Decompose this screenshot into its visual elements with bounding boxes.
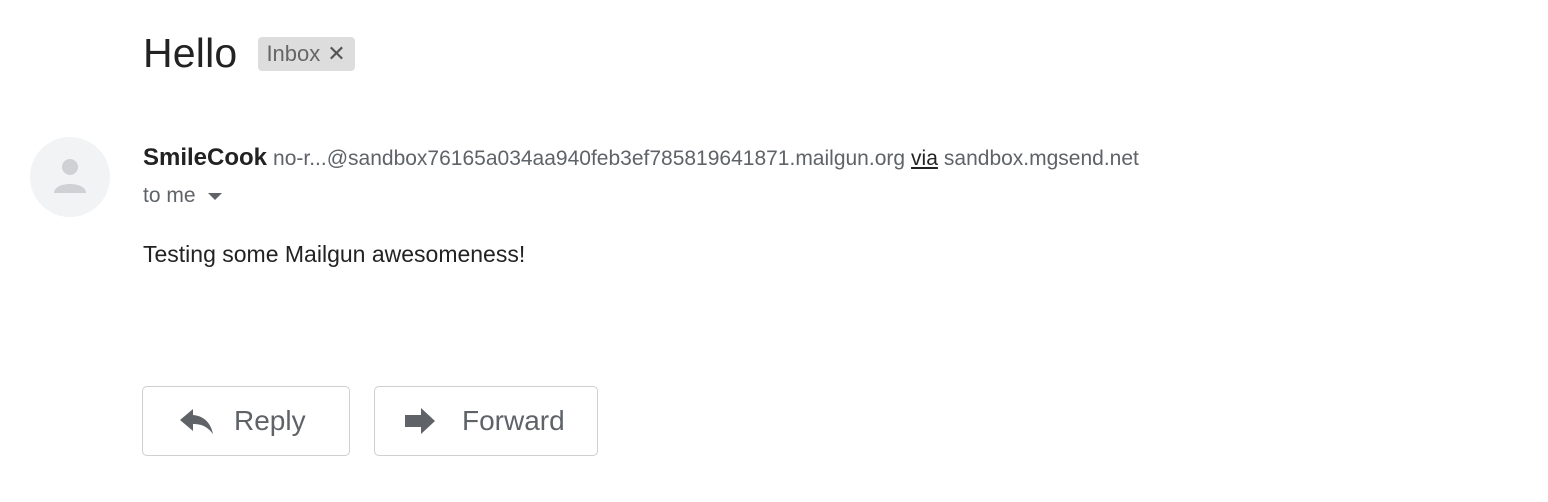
person-icon — [54, 159, 86, 193]
recipients-toggle[interactable]: to me — [143, 184, 222, 208]
sender-name[interactable]: SmileCook — [143, 144, 267, 171]
via-link[interactable]: via — [911, 147, 938, 170]
forward-button[interactable]: Forward — [374, 386, 598, 456]
sender-line: SmileCook no-r...@sandbox76165a034aa940fe… — [143, 143, 1139, 176]
email-subject: Hello — [143, 30, 238, 76]
label-chip-text: Inbox — [266, 41, 321, 66]
sender-avatar[interactable] — [30, 137, 110, 217]
close-icon[interactable]: ✕ — [327, 43, 345, 65]
label-chip-inbox[interactable]: Inbox ✕ — [258, 37, 355, 71]
reply-button[interactable]: Reply — [142, 386, 350, 456]
sender-email: no-r...@sandbox76165a034aa940feb3ef78581… — [273, 147, 906, 170]
email-body: Testing some Mailgun awesomeness! — [143, 241, 526, 267]
via-domain: sandbox.mgsend.net — [943, 147, 1139, 170]
chevron-down-icon[interactable] — [207, 192, 222, 200]
recipients-text: to me — [143, 184, 196, 207]
subject-row: Hello Inbox ✕ — [143, 28, 355, 78]
forward-button-label: Forward — [462, 405, 565, 436]
forward-arrow-icon — [405, 408, 435, 434]
email-view: Hello Inbox ✕ SmileCook no-r...@sandbox76… — [0, 0, 1548, 502]
reply-arrow-icon — [180, 409, 213, 434]
reply-button-label: Reply — [234, 405, 306, 436]
